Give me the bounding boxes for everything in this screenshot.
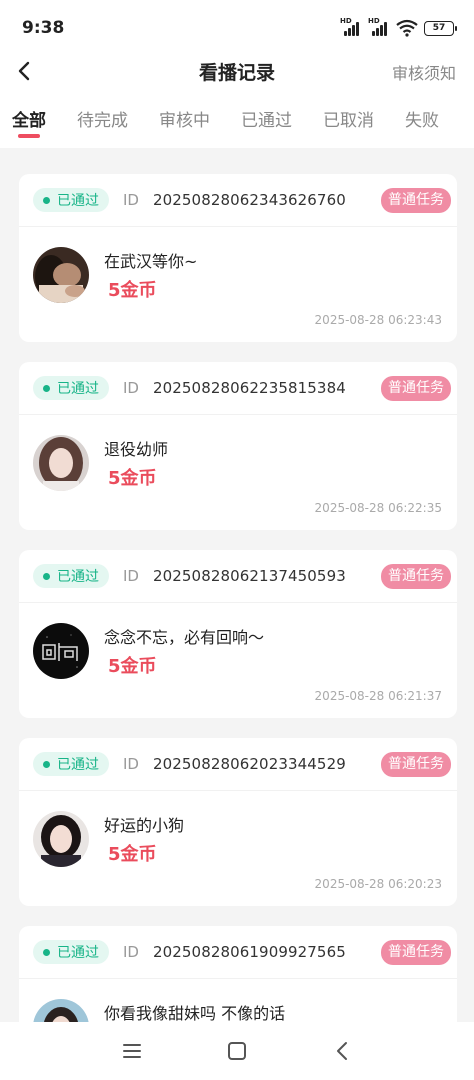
status-text: 已通过 xyxy=(57,945,99,961)
record-timestamp: 2025-08-28 06:20:23 xyxy=(314,877,442,891)
avatar-image xyxy=(33,811,89,867)
reward-amount: 5金币 xyxy=(108,468,157,489)
streamer-name: 在武汉等你~ xyxy=(104,252,198,271)
record-timestamp: 2025-08-28 06:22:35 xyxy=(314,501,442,515)
record-id: 20250828062137450593 xyxy=(152,567,346,585)
home-nav-button[interactable] xyxy=(217,1031,257,1071)
tab-all[interactable]: 全部 xyxy=(12,106,46,140)
status-time: 9:38 xyxy=(22,18,65,38)
filter-tabs: 全部 待完成 审核中 已通过 已取消 失败 xyxy=(0,86,474,148)
reward-amount: 5金币 xyxy=(108,280,157,301)
id-label: ID xyxy=(123,191,139,209)
id-label: ID xyxy=(123,943,139,961)
avatar-image xyxy=(33,623,89,679)
reward-amount: 5金币 xyxy=(108,656,157,677)
reward-amount: 5金币 xyxy=(108,844,157,865)
tab-active-indicator xyxy=(18,134,40,138)
task-type-tag: 普通任务 xyxy=(381,940,451,965)
avatar-image xyxy=(33,247,89,303)
streamer-name: 好运的小狗 xyxy=(104,816,185,835)
status-badge: 已通过 xyxy=(33,752,109,776)
tab-label: 已通过 xyxy=(241,111,292,131)
record-card-header: 已通过 ID 20250828062023344529 普通任务 xyxy=(19,738,457,791)
record-card-body: 在武汉等你~ 5金币 2025-08-28 06:23:43 xyxy=(19,227,457,341)
status-text: 已通过 xyxy=(57,381,99,397)
tab-failed[interactable]: 失败 xyxy=(405,106,439,140)
tab-cancelled[interactable]: 已取消 xyxy=(323,106,374,140)
streamer-name: 退役幼师 xyxy=(104,440,169,459)
avatar[interactable] xyxy=(33,435,89,491)
tab-label: 审核中 xyxy=(159,111,210,131)
home-square-icon xyxy=(227,1042,246,1060)
id-label: ID xyxy=(123,567,139,585)
system-nav-bar xyxy=(0,1022,474,1080)
tab-reviewing[interactable]: 审核中 xyxy=(159,106,210,140)
task-type-tag: 普通任务 xyxy=(381,564,451,589)
record-timestamp: 2025-08-28 06:23:43 xyxy=(314,313,442,327)
avatar-image xyxy=(33,435,89,491)
tab-label: 待完成 xyxy=(77,111,128,131)
tab-label: 失败 xyxy=(405,111,439,131)
status-text: 已通过 xyxy=(57,757,99,773)
streamer-name: 念念不忘，必有回响～ xyxy=(104,628,265,647)
status-badge: 已通过 xyxy=(33,376,109,400)
status-dot-icon xyxy=(43,760,50,768)
record-card-header: 已通过 ID 20250828062343626760 普通任务 xyxy=(19,174,457,227)
status-text: 已通过 xyxy=(57,569,99,585)
signal-icon: HD xyxy=(340,17,362,37)
task-type-tag: 普通任务 xyxy=(381,752,451,777)
record-card-body: 念念不忘，必有回响～ 5金币 2025-08-28 06:21:37 xyxy=(19,603,457,717)
record-card[interactable]: 已通过 ID 20250828062235815384 普通任务 退役幼师 5金… xyxy=(19,362,457,530)
battery-icon: 57 xyxy=(424,20,457,36)
review-rules-link[interactable]: 审核须知 xyxy=(392,60,456,84)
id-label: ID xyxy=(123,379,139,397)
app-root: 9:38 HD HD 57 看播记录 审核须知 全部 待完成 审核中 已通过 已… xyxy=(0,0,474,1080)
streamer-name: 你看我像甜妹吗 不像的话 xyxy=(104,1004,286,1023)
back-nav-button[interactable] xyxy=(322,1031,362,1071)
signal-hd-label: HD xyxy=(340,17,352,25)
status-badge: 已通过 xyxy=(33,188,109,212)
record-card-body: 退役幼师 5金币 2025-08-28 06:22:35 xyxy=(19,415,457,529)
record-card[interactable]: 已通过 ID 20250828062343626760 普通任务 在武汉等你~ … xyxy=(19,174,457,342)
tab-pending[interactable]: 待完成 xyxy=(77,106,128,140)
record-card[interactable]: 已通过 ID 20250828062023344529 普通任务 好运的小狗 5… xyxy=(19,738,457,906)
task-type-tag: 普通任务 xyxy=(381,188,451,213)
status-text: 已通过 xyxy=(57,193,99,209)
signal-icon-2: HD xyxy=(368,17,390,37)
tab-label: 全部 xyxy=(12,111,46,131)
record-id: 20250828062235815384 xyxy=(152,379,346,397)
signal-hd-label-2: HD xyxy=(368,17,380,25)
task-type-tag: 普通任务 xyxy=(381,376,451,401)
record-timestamp: 2025-08-28 06:21:37 xyxy=(314,689,442,703)
record-id: 20250828062343626760 xyxy=(152,191,346,209)
status-dot-icon xyxy=(43,572,50,580)
record-card[interactable]: 已通过 ID 20250828062137450593 普通任务 念念不忘，必有… xyxy=(19,550,457,718)
menu-nav-button[interactable] xyxy=(112,1031,152,1071)
page-header: 看播记录 审核须知 xyxy=(0,56,474,86)
status-icons: HD HD 57 xyxy=(340,17,457,37)
back-arrow-icon xyxy=(336,1042,347,1060)
avatar[interactable] xyxy=(33,247,89,303)
record-card-header: 已通过 ID 20250828062137450593 普通任务 xyxy=(19,550,457,603)
status-dot-icon xyxy=(43,384,50,392)
status-badge: 已通过 xyxy=(33,564,109,588)
menu-icon xyxy=(123,1044,142,1058)
id-label: ID xyxy=(123,755,139,773)
record-card-body: 好运的小狗 5金币 2025-08-28 06:20:23 xyxy=(19,791,457,905)
avatar[interactable] xyxy=(33,811,89,867)
record-id: 20250828062023344529 xyxy=(152,755,346,773)
avatar[interactable] xyxy=(33,623,89,679)
status-badge: 已通过 xyxy=(33,940,109,964)
status-bar: 9:38 HD HD 57 xyxy=(0,0,474,56)
tab-passed[interactable]: 已通过 xyxy=(241,106,292,140)
status-dot-icon xyxy=(43,948,50,956)
record-list: 已通过 ID 20250828062343626760 普通任务 在武汉等你~ … xyxy=(19,174,457,1080)
wifi-icon xyxy=(396,19,418,37)
record-id: 20250828061909927565 xyxy=(152,943,346,961)
status-dot-icon xyxy=(43,196,50,204)
record-card-header: 已通过 ID 20250828062235815384 普通任务 xyxy=(19,362,457,415)
tab-label: 已取消 xyxy=(323,111,374,131)
record-card-header: 已通过 ID 20250828061909927565 普通任务 xyxy=(19,926,457,979)
